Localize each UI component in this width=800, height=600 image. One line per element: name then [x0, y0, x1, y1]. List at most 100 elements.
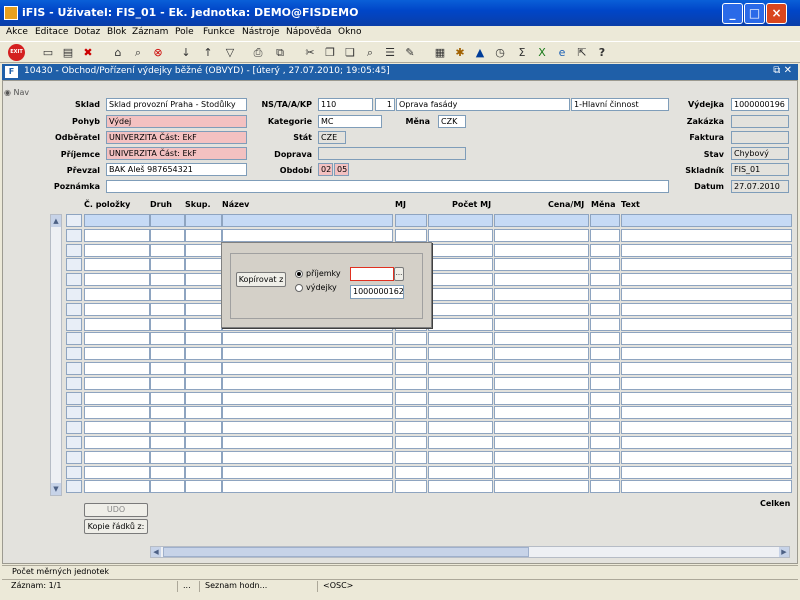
grid-cell[interactable]	[621, 391, 792, 405]
paste-icon[interactable]: ❏	[342, 45, 358, 60]
grid-cell[interactable]	[150, 214, 185, 227]
skladnik-field[interactable]: FIS_01	[731, 163, 789, 176]
stav-field[interactable]: Chybový	[731, 147, 789, 160]
grid-cell[interactable]	[222, 228, 393, 242]
grid-cell[interactable]	[494, 317, 589, 331]
minimize-button[interactable]: _	[722, 3, 743, 24]
grid-cell[interactable]	[185, 450, 222, 464]
save-icon[interactable]: ▭	[40, 45, 56, 60]
lov-button[interactable]: ...	[394, 267, 404, 281]
grid-cell[interactable]	[395, 480, 427, 494]
execute-query-icon[interactable]: ⌕	[130, 45, 146, 60]
grid-cell[interactable]	[395, 436, 427, 449]
grid-cell[interactable]	[494, 465, 589, 479]
grid-cell[interactable]	[621, 421, 792, 435]
cut-icon[interactable]: ✂	[302, 45, 318, 60]
grid-cell[interactable]	[494, 332, 589, 346]
row-selector[interactable]	[66, 228, 82, 242]
pohyb-field[interactable]: Výdej	[106, 115, 247, 128]
grid-cell[interactable]	[222, 450, 393, 464]
row-selector[interactable]	[66, 288, 82, 301]
grid-cell[interactable]	[428, 376, 493, 390]
stat-field[interactable]: CZE	[318, 131, 346, 144]
row-selector[interactable]	[66, 317, 82, 331]
delete-record-icon[interactable]: ✖	[80, 45, 96, 60]
grid-cell[interactable]	[395, 465, 427, 479]
grid-cell[interactable]	[150, 436, 185, 449]
grid-cell[interactable]	[590, 332, 620, 346]
menu-blok[interactable]: Blok	[107, 27, 126, 37]
grid-cell[interactable]	[150, 391, 185, 405]
vydejka-field[interactable]: 1000000196	[731, 98, 789, 111]
grid-cell[interactable]	[428, 406, 493, 420]
calculator-icon[interactable]: ▦	[432, 45, 448, 60]
grid-cell[interactable]	[494, 480, 589, 494]
context-help-icon[interactable]: ⇱	[574, 45, 590, 60]
grid-cell[interactable]	[185, 317, 222, 331]
grid-cell[interactable]	[621, 258, 792, 272]
scroll-down-icon[interactable]: ▼	[51, 483, 61, 495]
grid-cell[interactable]	[621, 347, 792, 361]
grid-cell[interactable]	[150, 317, 185, 331]
grid-cell[interactable]	[185, 391, 222, 405]
grid-cell[interactable]	[222, 480, 393, 494]
grid-cell[interactable]	[494, 243, 589, 257]
grid-cell[interactable]	[494, 302, 589, 316]
a-name-field[interactable]: Oprava fasády	[396, 98, 570, 111]
browser-icon[interactable]: e	[554, 45, 570, 60]
scroll-up-icon[interactable]: ▲	[51, 215, 61, 227]
row-selector[interactable]	[66, 406, 82, 420]
grid-cell[interactable]	[222, 465, 393, 479]
grid-cell[interactable]	[185, 347, 222, 361]
menu-nastroje[interactable]: Nástroje	[242, 27, 280, 37]
grid-cell[interactable]	[222, 347, 393, 361]
grid-cell[interactable]	[621, 214, 792, 227]
source-document-input[interactable]: 1000000162	[350, 285, 404, 299]
grid-cell[interactable]	[621, 436, 792, 449]
excel-icon[interactable]: X	[534, 45, 550, 60]
grid-cell[interactable]	[185, 421, 222, 435]
clock-icon[interactable]: ◷	[492, 45, 508, 60]
sort-asc-icon[interactable]: ↓	[178, 45, 194, 60]
grid-cell[interactable]	[590, 480, 620, 494]
sklad-field[interactable]: Sklad provozní Praha - Stodůlky	[106, 98, 247, 111]
grid-cell[interactable]	[621, 450, 792, 464]
grid-cell[interactable]	[222, 406, 393, 420]
grid-cell[interactable]	[84, 347, 150, 361]
grid-cell[interactable]	[395, 228, 427, 242]
scroll-right-icon[interactable]: ▶	[779, 547, 789, 557]
grid-cell[interactable]	[494, 347, 589, 361]
datum-field[interactable]: 27.07.2010	[731, 180, 789, 193]
search-icon[interactable]: ⌕	[362, 45, 378, 60]
grid-cell[interactable]	[84, 214, 150, 227]
grid-cell[interactable]	[84, 465, 150, 479]
grid-cell[interactable]	[590, 421, 620, 435]
menu-editace[interactable]: Editace	[35, 27, 68, 37]
grid-cell[interactable]	[590, 302, 620, 316]
grid-cell[interactable]	[84, 332, 150, 346]
nav-tab[interactable]: ◉ Nav	[4, 88, 29, 97]
grid-cell[interactable]	[150, 243, 185, 257]
grid-cell[interactable]	[428, 465, 493, 479]
row-selector[interactable]	[66, 214, 82, 227]
filter-icon[interactable]: ▽	[222, 45, 238, 60]
grid-cell[interactable]	[494, 214, 589, 227]
grid-cell[interactable]	[84, 480, 150, 494]
grid-cell[interactable]	[621, 243, 792, 257]
scroll-left-icon[interactable]: ◀	[151, 547, 161, 557]
row-selector[interactable]	[66, 258, 82, 272]
grid-cell[interactable]	[494, 421, 589, 435]
grid-cell[interactable]	[222, 362, 393, 375]
kp-field[interactable]: 1-Hlavní činnost	[571, 98, 669, 111]
grid-cell[interactable]	[185, 228, 222, 242]
prevzal-field[interactable]: BAK Aleš 987654321	[106, 163, 247, 176]
grid-cell[interactable]	[185, 406, 222, 420]
grid-cell[interactable]	[428, 332, 493, 346]
grid-cell[interactable]	[494, 376, 589, 390]
grid-cell[interactable]	[428, 421, 493, 435]
settings-icon[interactable]: ✱	[452, 45, 468, 60]
grid-cell[interactable]	[395, 347, 427, 361]
grid-cell[interactable]	[150, 302, 185, 316]
grid-cell[interactable]	[621, 228, 792, 242]
row-selector[interactable]	[66, 332, 82, 346]
